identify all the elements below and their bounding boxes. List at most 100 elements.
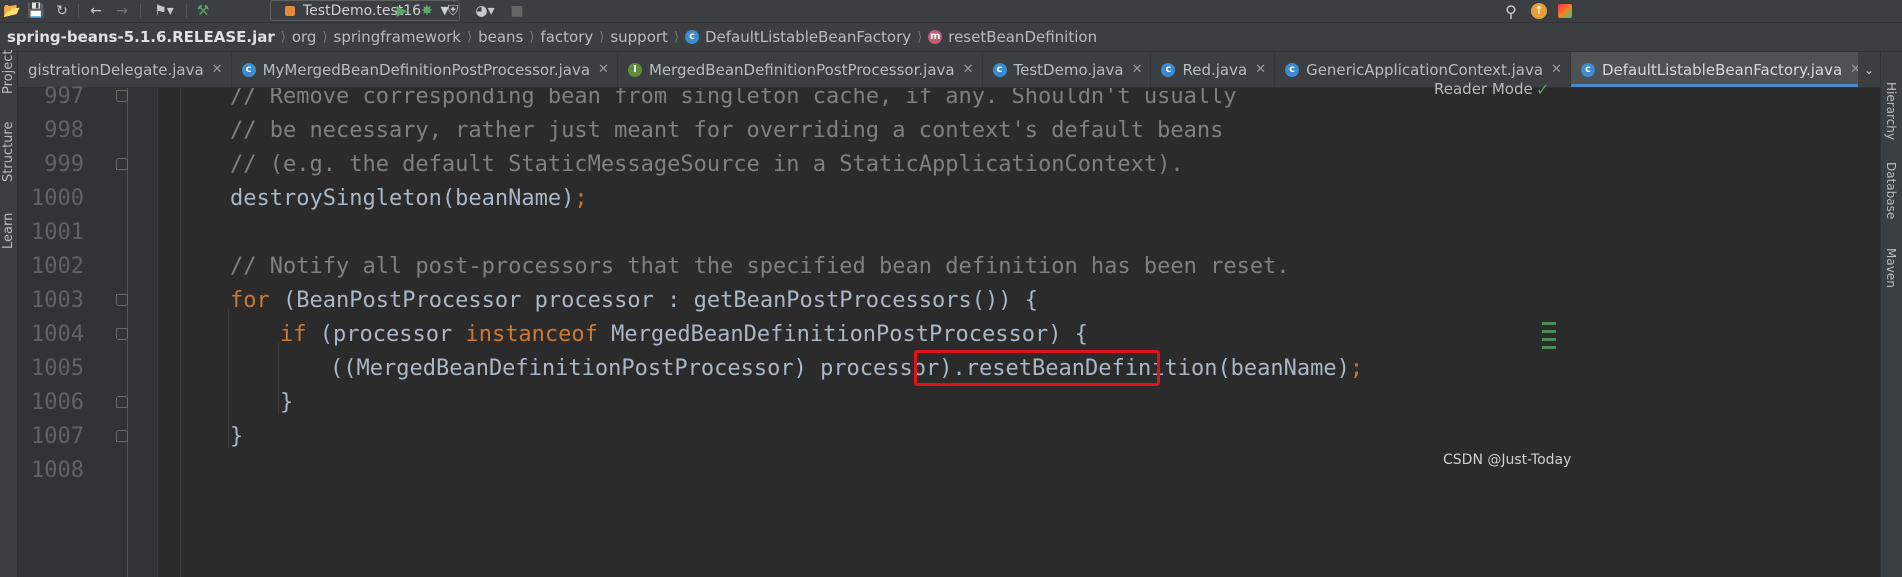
code-text: destroySingleton(beanName)	[230, 186, 575, 211]
tab-label: gistrationDelegate.java	[28, 60, 204, 79]
breadcrumb-item-method[interactable]: m resetBeanDefinition	[928, 28, 1097, 46]
code-editor[interactable]: // Remove corresponding bean from single…	[158, 88, 1880, 577]
breadcrumb-method-label: resetBeanDefinition	[948, 28, 1098, 46]
line-number[interactable]: 1006	[18, 386, 84, 420]
debug-bug-icon[interactable]: ✸	[418, 2, 436, 20]
line-number[interactable]: 1003	[18, 284, 84, 318]
breadcrumb-separator: ⟩	[467, 29, 473, 45]
line-number[interactable]: 1008	[18, 454, 84, 488]
coverage-icon[interactable]: ⛨	[444, 2, 462, 20]
profile-icon[interactable]: ◕▾	[470, 2, 500, 20]
method-icon: m	[928, 30, 943, 44]
line-number[interactable]: 1007	[18, 420, 84, 454]
code-semicolon: ;	[574, 186, 588, 211]
fold-marker-icon[interactable]	[116, 90, 128, 102]
breadcrumb-item-support[interactable]: support	[610, 28, 668, 46]
scrollbar-marker	[1542, 338, 1556, 341]
class-icon: c	[241, 62, 256, 77]
tabs-overflow-chevron-icon[interactable]: ⌄	[1858, 52, 1880, 88]
line-number[interactable]: 1000	[18, 182, 84, 216]
annotation-highlight-box	[914, 350, 1160, 386]
line-number[interactable]: 1001	[18, 216, 84, 250]
run-config-icon	[285, 5, 295, 16]
line-number[interactable]: 1004	[18, 318, 84, 352]
fold-marker-icon[interactable]	[116, 158, 128, 170]
line-number[interactable]: 997	[18, 80, 84, 114]
breadcrumb-item-springframework[interactable]: springframework	[334, 28, 461, 46]
breadcrumb-item-factory[interactable]: factory	[540, 28, 593, 46]
breadcrumb-item-class[interactable]: c DefaultListableBeanFactory	[685, 28, 911, 46]
tab-default-listable-bean-factory[interactable]: c DefaultListableBeanFactory.java ✕	[1570, 52, 1871, 87]
forward-arrow-icon[interactable]: →	[114, 2, 130, 20]
save-icon[interactable]: 💾	[27, 2, 44, 20]
tool-window-learn[interactable]: Learn	[1, 213, 16, 249]
close-icon[interactable]: ✕	[1255, 62, 1266, 77]
code-comment: // Remove corresponding bean from single…	[230, 88, 1237, 109]
code-line-998: // be necessary, rather just meant for o…	[230, 114, 1223, 148]
tool-window-database[interactable]: Database	[1884, 162, 1898, 219]
code-line-1003: for (BeanPostProcessor processor : getBe…	[230, 284, 1038, 318]
code-semicolon: ;	[1349, 356, 1364, 381]
close-icon[interactable]: ✕	[1132, 62, 1143, 77]
fold-marker-icon[interactable]	[116, 430, 128, 442]
code-line-1005: ((MergedBeanDefinitionPostProcessor) pro…	[330, 352, 1363, 386]
line-number[interactable]: 1002	[18, 250, 84, 284]
tab-label: DefaultListableBeanFactory.java	[1601, 60, 1843, 79]
left-tool-window-strip: Project Structure Learn	[0, 50, 18, 577]
tab-my-merged-bean-definition-post-processor[interactable]: c MyMergedBeanDefinitionPostProcessor.jav…	[232, 52, 618, 87]
code-line-999: // (e.g. the default StaticMessageSource…	[230, 148, 1184, 182]
vcs-user-icon[interactable]: ⚑▾	[150, 2, 178, 20]
tab-test-demo[interactable]: c TestDemo.java ✕	[983, 52, 1152, 87]
fold-marker-icon[interactable]	[116, 396, 128, 408]
tool-window-structure[interactable]: Structure	[1, 122, 16, 182]
code-keyword: instanceof	[465, 322, 598, 347]
tab-label: MergedBeanDefinitionPostProcessor.java	[648, 60, 955, 79]
breadcrumb-separator: ⟩	[322, 29, 328, 45]
line-number[interactable]: 999	[18, 148, 84, 182]
code-line-1006: }	[280, 386, 293, 420]
stop-icon[interactable]: ■	[510, 2, 524, 20]
class-icon: c	[992, 62, 1007, 77]
build-hammer-icon[interactable]: ⚒	[194, 2, 212, 20]
breadcrumb-separator: ⟩	[599, 29, 605, 45]
close-icon[interactable]: ✕	[212, 62, 223, 77]
tool-window-hierarchy[interactable]: Hierarchy	[1884, 82, 1898, 140]
fold-marker-icon[interactable]	[116, 328, 128, 340]
open-folder-icon[interactable]: 📂	[3, 2, 20, 20]
close-icon[interactable]: ✕	[598, 62, 609, 77]
watermark: CSDN @Just-Today	[1443, 452, 1572, 468]
line-number[interactable]: 998	[18, 114, 84, 148]
fold-marker-icon[interactable]	[116, 294, 128, 306]
code-comment: // be necessary, rather just meant for o…	[230, 118, 1224, 143]
run-icon[interactable]: ▶	[394, 2, 410, 20]
update-icon[interactable]: ↑	[1530, 2, 1548, 20]
close-icon[interactable]: ✕	[1551, 62, 1562, 77]
code-text: }	[230, 424, 244, 449]
tab-red[interactable]: c Red.java ✕	[1151, 52, 1276, 87]
code-text: (processor	[306, 322, 466, 347]
breadcrumb-separator: ⟩	[529, 29, 535, 45]
class-icon: c	[1161, 62, 1176, 77]
tab-label: MyMergedBeanDefinitionPostProcessor.java	[262, 60, 591, 79]
breadcrumb-separator: ⟩	[673, 29, 679, 45]
tab-merged-bean-definition-post-processor[interactable]: I MergedBeanDefinitionPostProcessor.java ✕	[618, 52, 983, 87]
reader-mode-toggle[interactable]: Reader Mode	[1434, 80, 1533, 98]
breadcrumb-item-beans[interactable]: beans	[478, 28, 523, 46]
line-number[interactable]: 1005	[18, 352, 84, 386]
tool-window-project[interactable]: Project	[1, 50, 16, 94]
breadcrumb-item-org[interactable]: org	[292, 28, 317, 46]
back-arrow-icon[interactable]: ←	[88, 2, 104, 20]
breadcrumb-item-jar[interactable]: spring-beans-5.1.6.RELEASE.jar	[7, 28, 275, 46]
sync-icon[interactable]: ↻	[54, 2, 70, 20]
code-text: ((MergedBeanDefinitionPostProcessor) pro…	[330, 356, 953, 381]
search-icon[interactable]: ⚲	[1502, 2, 1520, 21]
tab-label: TestDemo.java	[1013, 60, 1124, 79]
tool-window-maven[interactable]: Maven	[1884, 248, 1898, 288]
code-text: }	[280, 390, 294, 415]
breadcrumb-separator: ⟩	[917, 29, 923, 45]
right-tool-window-strip: Hierarchy Database Maven	[1880, 52, 1902, 577]
breadcrumb: spring-beans-5.1.6.RELEASE.jar ⟩ org ⟩ s…	[0, 22, 1902, 52]
breadcrumb-class-label: DefaultListableBeanFactory	[705, 28, 912, 46]
close-icon[interactable]: ✕	[963, 62, 974, 77]
logo-icon[interactable]	[1556, 2, 1574, 20]
